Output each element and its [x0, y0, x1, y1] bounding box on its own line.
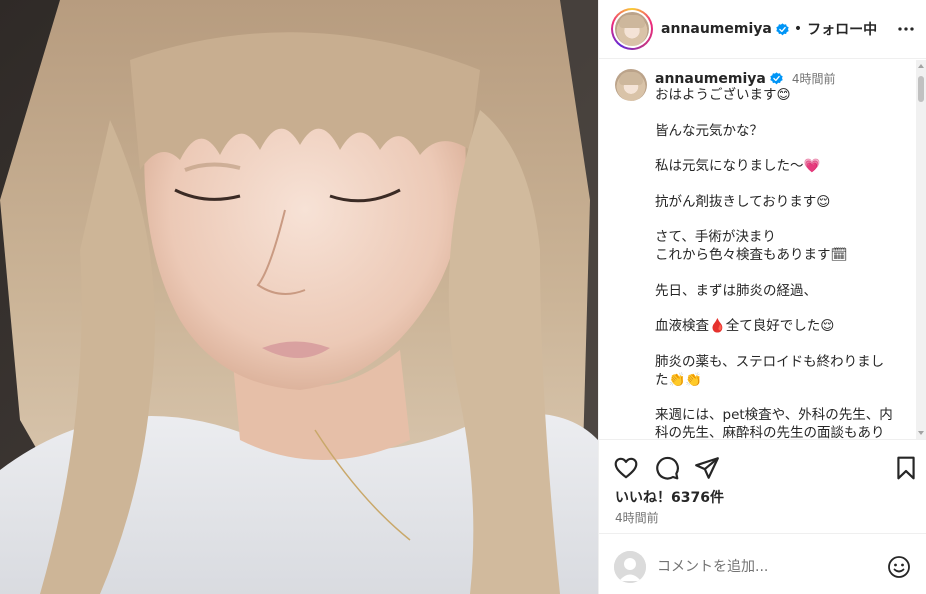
comment-bar — [599, 533, 926, 594]
caption-line: 先日、まずは肺炎の経過、 — [655, 282, 817, 299]
caption-line: た👏👏 — [655, 371, 703, 388]
post-photo-illustration — [0, 0, 598, 594]
comment-input[interactable] — [657, 554, 867, 580]
scroll-up-icon[interactable] — [918, 64, 924, 68]
caption-line: 血液検査🩸全て良好でした😌 — [655, 318, 835, 335]
caption-line — [655, 301, 907, 319]
caption-time[interactable]: 4時間前 — [792, 70, 836, 87]
post-header: annaumemiya • フォロー中 — [599, 0, 926, 59]
caption-line — [655, 265, 907, 283]
caption-line: 私は元気になりました〜💗 — [655, 158, 821, 175]
likes-count[interactable]: いいね！6376件 — [615, 487, 724, 507]
follow-status-button[interactable]: フォロー中 — [807, 19, 877, 39]
default-avatar-icon — [614, 551, 646, 583]
caption-line: おはようございます😊 — [655, 87, 791, 103]
heart-icon[interactable] — [613, 455, 639, 481]
separator-dot: • — [793, 21, 803, 37]
bookmark-icon[interactable] — [893, 455, 919, 481]
caption-line: さて、手術が決まり — [655, 229, 776, 246]
caption-line: 来週には、pet検査や、外科の先生、内 — [655, 407, 893, 424]
post-photo[interactable] — [0, 0, 598, 594]
caption-line: 科の先生、麻酔科の先生の面談もあり — [655, 425, 885, 439]
story-ring[interactable] — [611, 8, 653, 50]
caption-line: これから色々検査もあります🗓 — [655, 247, 848, 264]
comment-icon[interactable] — [654, 455, 680, 481]
caption-line: 皆んな元気かな？ — [655, 122, 763, 139]
caption-avatar[interactable] — [615, 69, 647, 101]
caption-line — [655, 212, 907, 230]
emoji-icon[interactable] — [887, 555, 911, 579]
current-user-avatar — [614, 551, 646, 583]
caption-line — [655, 105, 907, 123]
share-icon[interactable] — [694, 455, 720, 481]
caption-line — [655, 140, 907, 158]
caption-text: おはようございます😊 皆んな元気かな？ 私は元気になりました〜💗 抗がん剤抜きし… — [655, 87, 907, 439]
verified-badge-icon — [776, 22, 789, 35]
caption-area[interactable]: annaumemiya 4時間前 おはようございます😊 皆んな元気かな？ 私は元… — [599, 60, 926, 439]
caption-line — [655, 176, 907, 194]
caption-line — [655, 390, 907, 408]
post-actions: いいね！6376件 4時間前 — [599, 439, 926, 547]
caption-line — [655, 336, 907, 354]
header-username[interactable]: annaumemiya — [661, 21, 772, 37]
caption-line: 抗がん剤抜きしております😌 — [655, 193, 831, 210]
caption-scrollbar[interactable] — [916, 60, 926, 439]
scrollbar-thumb[interactable] — [918, 76, 924, 102]
post-side-panel: annaumemiya • フォロー中 annaumemiya 4時間前 おはよ… — [598, 0, 926, 594]
caption-line: 肺炎の薬も、ステロイドも終わりまし — [655, 353, 885, 370]
posted-time[interactable]: 4時間前 — [615, 509, 659, 526]
avatar — [615, 12, 649, 46]
verified-badge-icon — [770, 72, 783, 85]
more-options-icon[interactable] — [897, 20, 915, 38]
scroll-down-icon[interactable] — [918, 431, 924, 435]
caption-username[interactable]: annaumemiya — [655, 71, 766, 87]
